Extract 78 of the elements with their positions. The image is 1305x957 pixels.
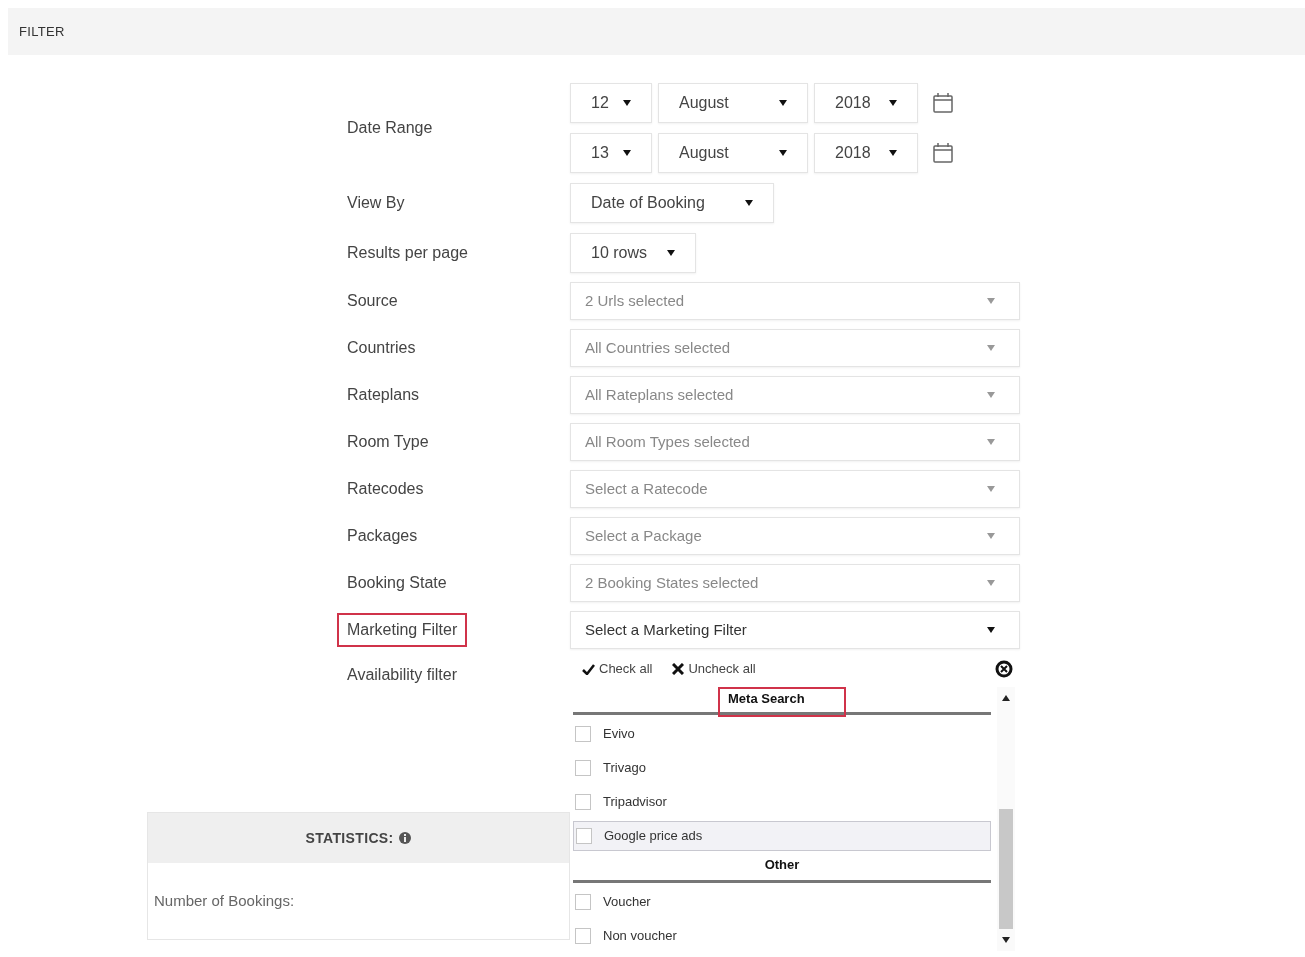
- page-title: FILTER: [19, 22, 65, 41]
- caret-icon: [987, 392, 995, 398]
- option-label: Google price ads: [604, 827, 703, 846]
- select-dropdown[interactable]: 13: [570, 133, 652, 173]
- field-label: Packages: [347, 526, 418, 546]
- caret-icon: [987, 486, 995, 492]
- option-label: Evivo: [603, 725, 635, 744]
- field-label: Countries: [347, 338, 416, 358]
- field-label: Results per page: [347, 243, 469, 263]
- option-row[interactable]: Evivo: [573, 719, 991, 749]
- caret-icon: [987, 627, 995, 633]
- field-label: Source: [347, 291, 398, 311]
- field-label: Ratecodes: [347, 479, 424, 499]
- x-icon: [672, 663, 685, 675]
- multiselect-dropdown[interactable]: All Rateplans selected: [570, 376, 1020, 414]
- caret-icon: [889, 100, 897, 106]
- multiselect-dropdown[interactable]: Select a Ratecode: [570, 470, 1020, 508]
- option-row[interactable]: Non voucher: [573, 921, 991, 951]
- calendar-icon[interactable]: [932, 142, 954, 164]
- caret-icon: [745, 200, 753, 206]
- field-label: Marketing Filter: [337, 613, 468, 647]
- scrollbar[interactable]: [997, 687, 1015, 951]
- caret-icon: [779, 100, 787, 106]
- option-label: Trivago: [603, 759, 646, 778]
- scroll-down-icon[interactable]: [1002, 937, 1010, 943]
- caret-icon: [623, 150, 631, 156]
- field-label: Availability filter: [347, 665, 457, 685]
- caret-icon: [667, 250, 675, 256]
- checkbox[interactable]: [575, 928, 591, 944]
- check-all-button[interactable]: Check all: [582, 659, 653, 679]
- caret-icon: [987, 345, 995, 351]
- group-heading: Meta Search: [718, 687, 846, 717]
- multiselect-dropdown[interactable]: 2 Booking States selected: [570, 564, 1020, 602]
- info-icon[interactable]: [397, 831, 412, 845]
- select-dropdown[interactable]: August: [658, 83, 808, 123]
- checkbox[interactable]: [575, 794, 591, 810]
- group-heading: Other: [763, 856, 801, 874]
- multiselect-dropdown[interactable]: 2 Urls selected: [570, 282, 1020, 320]
- option-row[interactable]: Google price ads: [573, 821, 991, 851]
- select-dropdown[interactable]: 12: [570, 83, 652, 123]
- calendar-icon[interactable]: [932, 92, 954, 114]
- field-label: Booking State: [347, 573, 447, 593]
- select-dropdown[interactable]: 2018: [814, 133, 918, 173]
- caret-icon: [987, 533, 995, 539]
- option-label: Voucher: [603, 893, 651, 912]
- caret-icon: [623, 100, 631, 106]
- caret-icon: [889, 150, 897, 156]
- option-label: Non voucher: [603, 927, 677, 946]
- caret-icon: [987, 298, 995, 304]
- caret-icon: [779, 150, 787, 156]
- multiselect-dropdown[interactable]: All Countries selected: [570, 329, 1020, 367]
- caret-icon: [987, 439, 995, 445]
- select-dropdown[interactable]: 10 rows: [570, 233, 696, 273]
- field-label: View By: [347, 193, 406, 213]
- field-label: Date Range: [347, 118, 434, 138]
- uncheck-all-button[interactable]: Uncheck all: [672, 659, 756, 679]
- select-dropdown[interactable]: August: [658, 133, 808, 173]
- multiselect-dropdown[interactable]: All Room Types selected: [570, 423, 1020, 461]
- field-label: Room Type: [347, 432, 429, 452]
- checkbox[interactable]: [576, 828, 592, 844]
- scroll-up-icon[interactable]: [1002, 695, 1010, 701]
- caret-icon: [987, 580, 995, 586]
- option-label: Tripadvisor: [603, 793, 667, 812]
- option-row[interactable]: Voucher: [573, 887, 991, 917]
- checkbox[interactable]: [575, 726, 591, 742]
- option-row[interactable]: Trivago: [573, 753, 991, 783]
- option-row[interactable]: Tripadvisor: [573, 787, 991, 817]
- checkbox[interactable]: [575, 894, 591, 910]
- panel-title: STATISTICS:: [305, 828, 394, 848]
- select-dropdown[interactable]: 2018: [814, 83, 918, 123]
- stat-label: Number of Bookings:: [154, 890, 295, 911]
- select-dropdown[interactable]: Date of Booking: [570, 183, 774, 223]
- field-label: Rateplans: [347, 385, 420, 405]
- close-icon[interactable]: [995, 660, 1013, 678]
- multiselect-dropdown[interactable]: Select a Marketing Filter: [570, 611, 1020, 649]
- check-icon: [582, 663, 595, 675]
- multiselect-dropdown[interactable]: Select a Package: [570, 517, 1020, 555]
- checkbox[interactable]: [575, 760, 591, 776]
